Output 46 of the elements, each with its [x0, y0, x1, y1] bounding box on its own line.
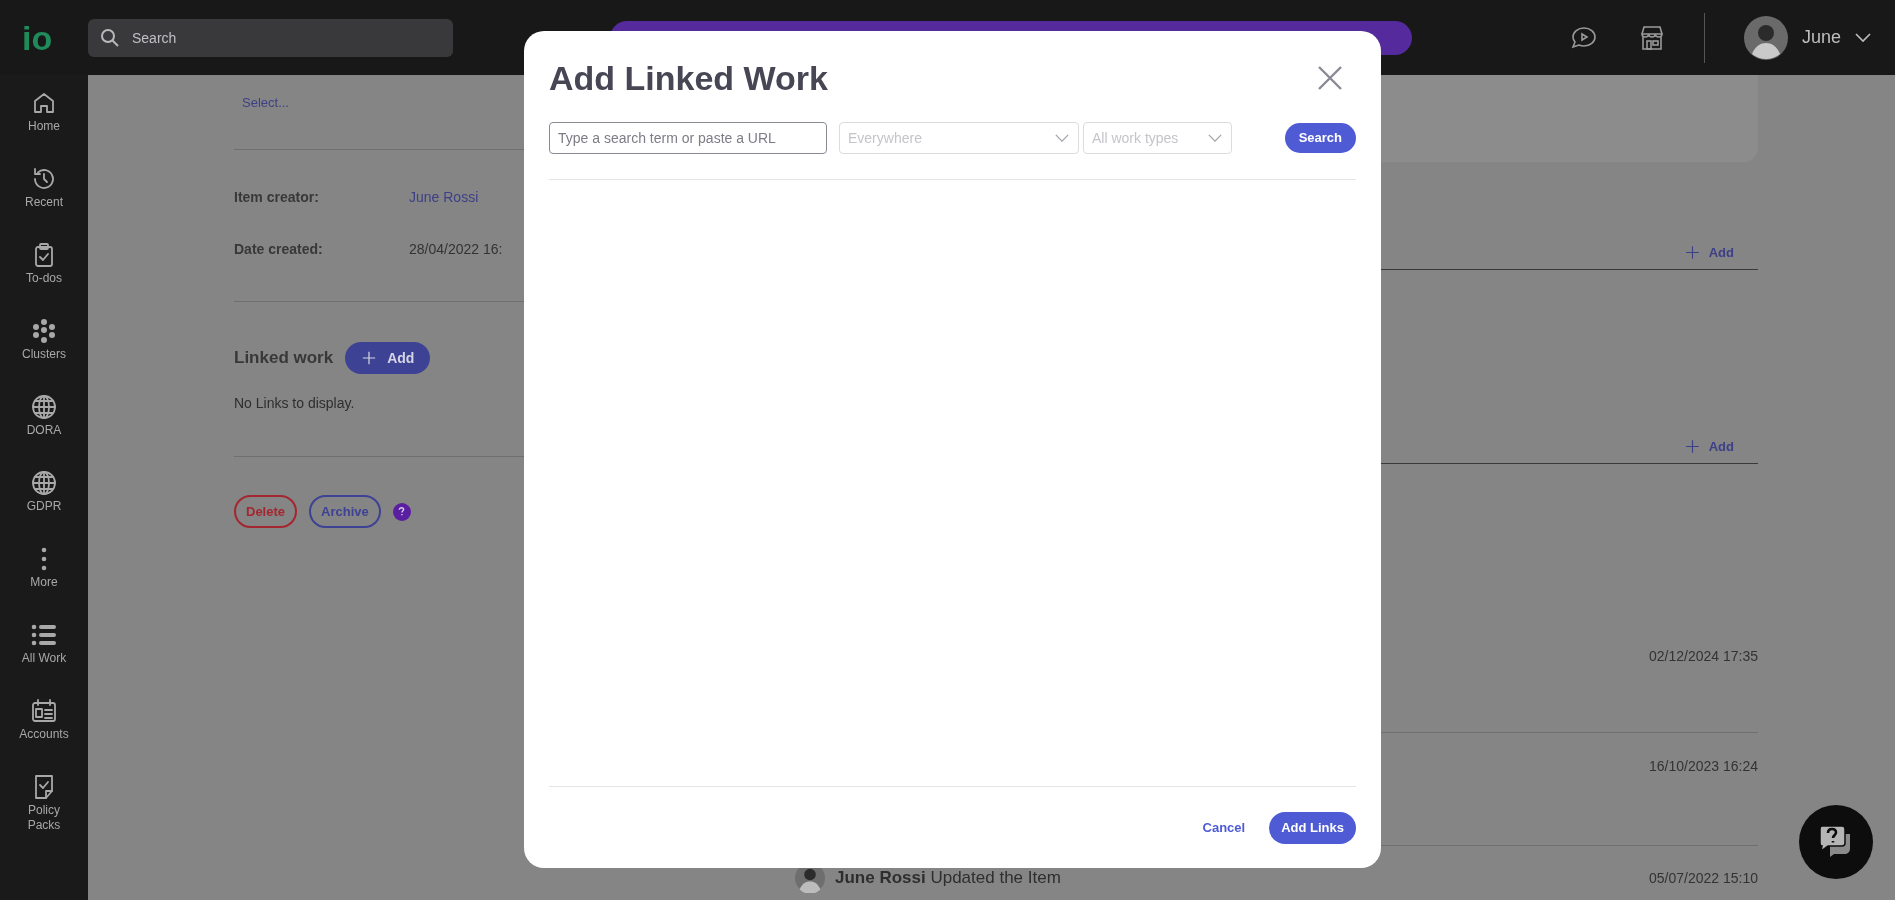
globe-icon: [31, 470, 57, 496]
timestamp: 05/07/2022 15:10: [1649, 869, 1758, 888]
sidebar-item[interactable]: Accounts: [4, 696, 84, 772]
home-icon: [31, 90, 57, 116]
sidebar-item[interactable]: Clusters: [4, 316, 84, 392]
globe-icon: [31, 394, 57, 420]
search-field[interactable]: Type a search term or paste a URL: [549, 122, 827, 154]
calendar-icon: [31, 698, 57, 724]
chevron-down-icon: [1855, 32, 1872, 43]
sidebar-item[interactable]: More: [4, 544, 84, 620]
avatar: [1744, 15, 1788, 60]
search-icon: [100, 27, 120, 48]
video-chat-icon[interactable]: [1570, 24, 1598, 51]
section-title: Linked work: [234, 347, 334, 370]
plus-icon: [1684, 439, 1700, 454]
add-links-button[interactable]: Add Links: [1269, 811, 1356, 844]
plus-icon: [1684, 245, 1700, 260]
store-icon[interactable]: [1638, 23, 1666, 52]
help-icon[interactable]: [392, 502, 411, 521]
timestamp: 02/12/2024 17:35: [1649, 647, 1758, 666]
dots-cluster-icon: [31, 318, 57, 344]
activity-text: June Rossi Updated the Item: [835, 867, 1061, 890]
add-button[interactable]: Add: [345, 342, 431, 374]
history-icon: [31, 166, 57, 192]
empty-message: No Links to display.: [234, 394, 356, 413]
modal-title: Add Linked Work: [549, 58, 828, 99]
sidebar-item[interactable]: Home: [4, 88, 84, 164]
sidebar-item[interactable]: GDPR: [4, 468, 84, 544]
search-field[interactable]: Search: [88, 18, 453, 57]
close-icon[interactable]: [1317, 65, 1343, 91]
plus-icon: [361, 350, 378, 366]
timestamp: 16/10/2023 16:24: [1649, 757, 1758, 776]
logo[interactable]: io: [22, 20, 72, 55]
field-label: Date created:: [234, 239, 324, 259]
sidebar-item[interactable]: All Work: [4, 620, 84, 696]
search-button[interactable]: Search: [1284, 123, 1356, 153]
list-icon: [31, 622, 57, 648]
sidebar-item[interactable]: To-dos: [4, 240, 84, 316]
more-vertical-icon: [41, 546, 47, 572]
user-menu[interactable]: June: [1744, 15, 1872, 60]
field-value: 28/04/2022 16:: [409, 239, 503, 259]
field-label: Item creator:: [234, 187, 320, 207]
sidebar-item[interactable]: Policy Packs: [4, 772, 84, 848]
sidebar-item[interactable]: DORA: [4, 392, 84, 468]
sidebar-item[interactable]: Recent: [4, 164, 84, 240]
cancel-button[interactable]: Cancel: [1200, 817, 1248, 838]
